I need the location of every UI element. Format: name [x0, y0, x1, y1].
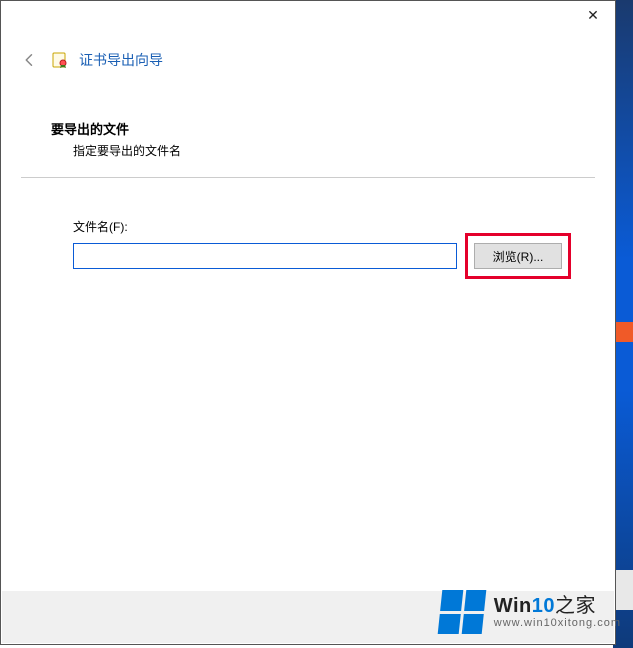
section-heading: 要导出的文件 — [51, 119, 565, 138]
divider — [21, 177, 595, 178]
windows-logo-icon — [437, 590, 486, 634]
section-subheading: 指定要导出的文件名 — [73, 142, 565, 159]
browse-highlight: 浏览(R)... — [465, 233, 571, 279]
wizard-header: 证书导出向导 — [1, 37, 615, 79]
wizard-title: 证书导出向导 — [79, 50, 163, 70]
desktop-background-strip — [613, 0, 633, 648]
filename-input[interactable] — [73, 243, 457, 269]
titlebar: ✕ — [1, 1, 615, 37]
wizard-content: 要导出的文件 指定要导出的文件名 文件名(F): 浏览(R)... — [1, 79, 615, 279]
watermark-brand: Win10之家 — [494, 595, 621, 617]
watermark-url: www.win10xitong.com — [494, 617, 621, 629]
filename-row: 浏览(R)... — [73, 243, 565, 269]
close-button[interactable]: ✕ — [571, 1, 615, 29]
back-arrow-icon — [21, 51, 39, 69]
certificate-icon — [51, 51, 69, 69]
back-button[interactable] — [19, 49, 41, 71]
certificate-export-wizard-dialog: ✕ 证书导出向导 要导出的文件 指定要导出的文件名 文件名(F): — [0, 0, 616, 645]
watermark: Win10之家 www.win10xitong.com — [440, 590, 621, 634]
browse-button[interactable]: 浏览(R)... — [474, 243, 562, 269]
close-icon: ✕ — [587, 7, 599, 24]
